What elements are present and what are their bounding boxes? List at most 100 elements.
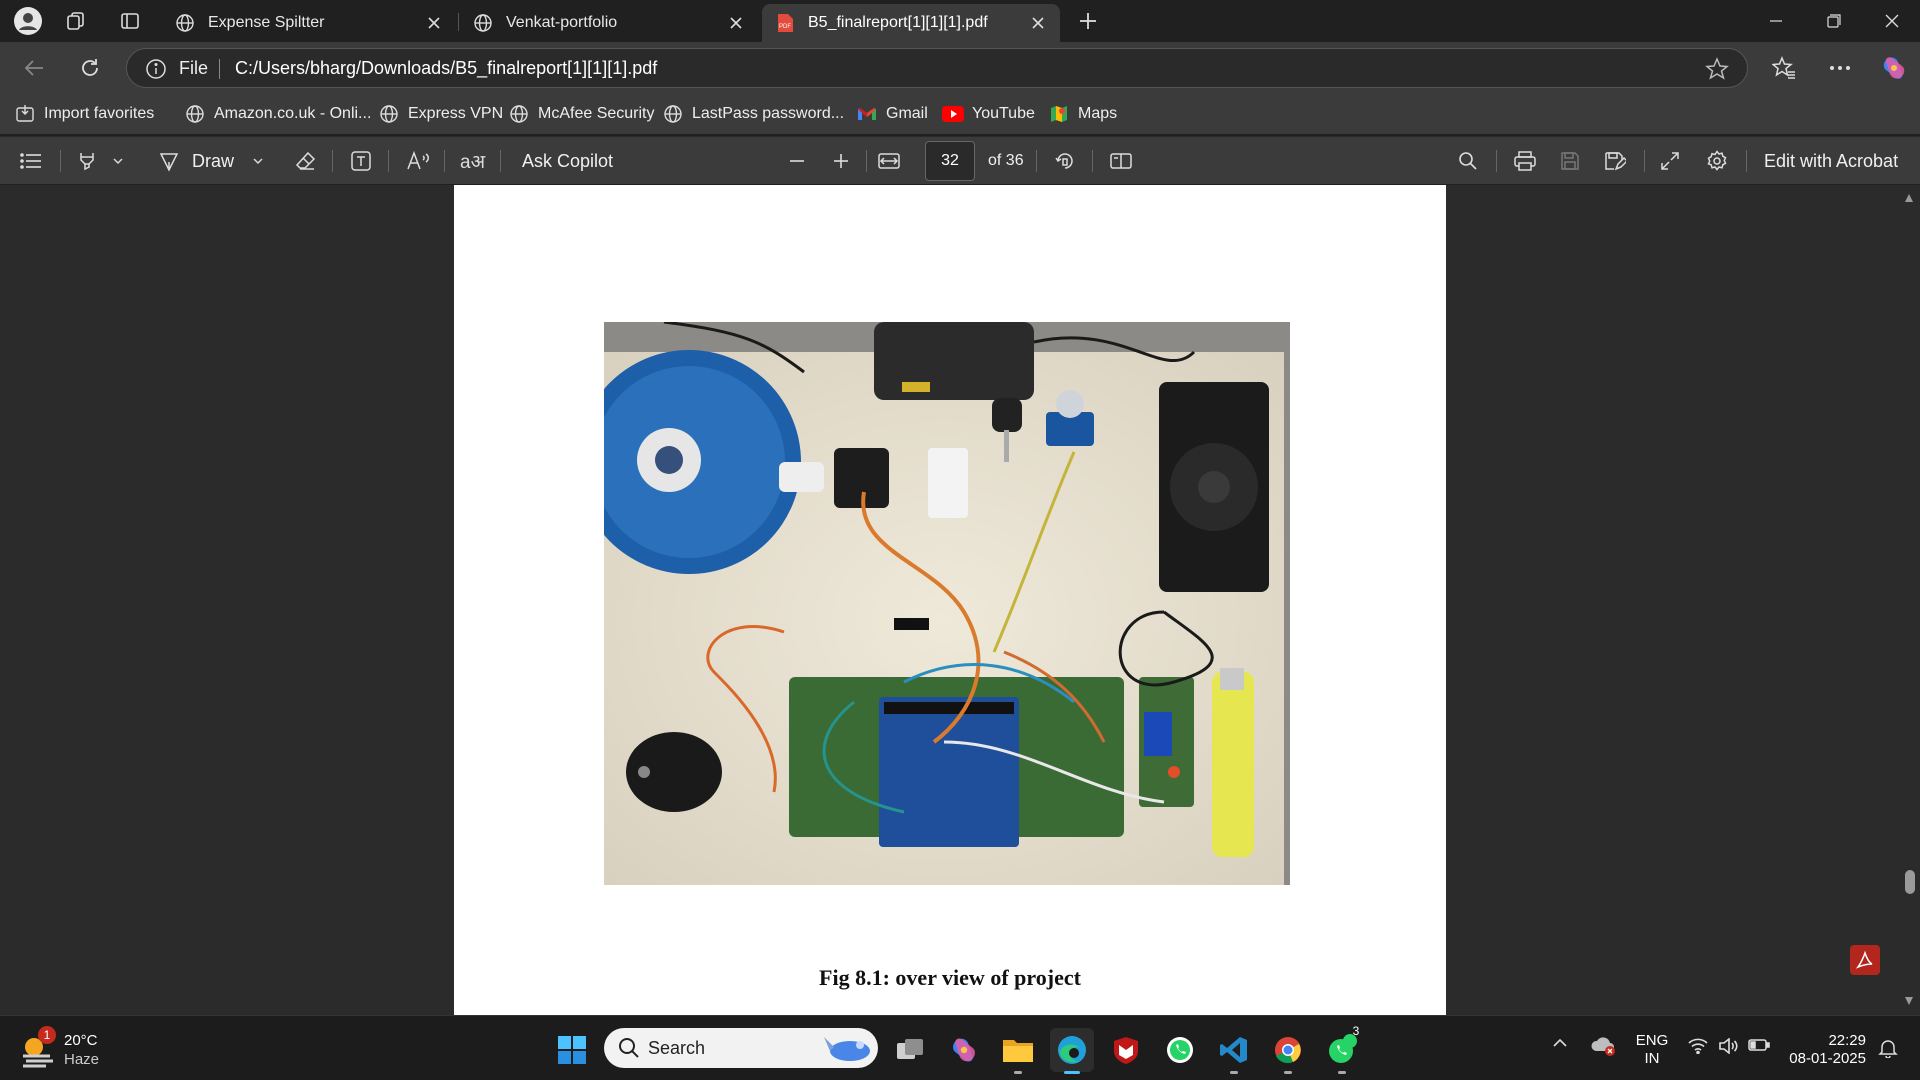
language-indicator[interactable]: ENG IN	[1634, 1032, 1670, 1068]
favorite-youtube[interactable]: YouTube	[942, 102, 1035, 126]
favorite-mcafee[interactable]: McAfee Security	[508, 102, 654, 126]
contents-icon[interactable]	[20, 147, 42, 175]
edit-with-acrobat-label: Edit with Acrobat	[1764, 150, 1899, 171]
task-view-icon[interactable]	[888, 1028, 932, 1072]
zoom-in-icon[interactable]	[832, 147, 850, 175]
close-window-icon[interactable]	[1864, 0, 1920, 42]
ask-copilot-label: Ask Copilot	[522, 150, 614, 171]
page-number-input[interactable]: 32	[925, 141, 975, 181]
search-icon	[619, 1038, 639, 1058]
settings-gear-icon[interactable]	[1706, 147, 1728, 175]
quick-settings[interactable]	[1688, 1038, 1770, 1054]
page-view-icon[interactable]	[1110, 147, 1132, 175]
acrobat-icon[interactable]	[1850, 945, 1880, 975]
edit-with-acrobat-button[interactable]: Edit with Acrobat	[1764, 147, 1898, 175]
vscode-icon[interactable]	[1212, 1028, 1256, 1074]
favorite-label: Maps	[1078, 105, 1118, 122]
close-tab-icon[interactable]	[424, 13, 444, 33]
globe-icon	[472, 12, 494, 34]
whatsapp-badge: 3	[1352, 1024, 1360, 1038]
eraser-icon[interactable]	[294, 147, 316, 175]
favorite-amazon[interactable]: Amazon.co.uk - Onli...	[184, 102, 371, 126]
show-hidden-icons[interactable]	[1552, 1038, 1568, 1048]
refresh-icon[interactable]	[72, 50, 108, 86]
tab-actions-icon[interactable]	[114, 6, 146, 36]
pdf-viewer[interactable]: Fig 8.1: over view of project	[0, 185, 1920, 1015]
favorite-import[interactable]: Import favorites	[14, 102, 154, 126]
save-as-icon[interactable]	[1604, 147, 1626, 175]
fullscreen-icon[interactable]	[1660, 147, 1680, 175]
tab-pdf-report[interactable]: PDF B5_finalreport[1][1][1].pdf	[762, 4, 1060, 42]
whatsapp-icon[interactable]	[1158, 1028, 1202, 1072]
translate-icon[interactable]: aअ	[460, 147, 485, 175]
tab-divider	[458, 13, 459, 31]
add-text-icon[interactable]	[350, 147, 372, 175]
favorite-express-vpn[interactable]: Express VPN	[378, 102, 503, 126]
favorite-maps[interactable]: Maps	[1048, 102, 1117, 126]
total-pages-label: of 36	[988, 152, 1024, 169]
pdf-page: Fig 8.1: over view of project	[454, 185, 1446, 1015]
favorite-star-icon[interactable]	[1705, 57, 1729, 81]
windows-logo-icon	[558, 1036, 586, 1064]
navigation-bar: File C:/Users/bharg/Downloads/B5_finalre…	[0, 42, 1920, 94]
copilot-app-icon[interactable]	[942, 1028, 986, 1072]
find-search-icon[interactable]	[1458, 147, 1478, 175]
new-tab-icon[interactable]	[1072, 6, 1104, 36]
onedrive-icon[interactable]	[1590, 1036, 1616, 1056]
address-bar[interactable]: File C:/Users/bharg/Downloads/B5_finalre…	[126, 48, 1748, 88]
chrome-icon[interactable]	[1266, 1028, 1310, 1074]
pdf-file-icon: PDF	[774, 12, 796, 34]
workspaces-icon[interactable]	[60, 6, 92, 36]
import-icon	[14, 103, 36, 125]
restore-window-icon[interactable]	[1806, 0, 1862, 42]
toolbar-divider	[866, 150, 867, 172]
mcafee-icon[interactable]	[1104, 1028, 1148, 1072]
favorite-label: McAfee Security	[538, 105, 655, 122]
toolbar-divider	[388, 150, 389, 172]
youtube-icon	[942, 103, 964, 125]
edge-browser-icon[interactable]	[1050, 1028, 1094, 1074]
scrollbar-thumb[interactable]	[1905, 870, 1915, 894]
favorite-gmail[interactable]: Gmail	[856, 102, 928, 126]
close-tab-icon[interactable]	[726, 13, 746, 33]
whatsapp-business-icon[interactable]: 3	[1320, 1024, 1364, 1074]
read-aloud-icon[interactable]	[406, 147, 430, 175]
save-icon[interactable]	[1560, 147, 1580, 175]
back-icon[interactable]	[16, 50, 52, 86]
tab-venkat-portfolio[interactable]: Venkat-portfolio	[460, 4, 758, 42]
fit-to-width-icon[interactable]	[878, 147, 900, 175]
favorites-icon[interactable]	[1766, 50, 1802, 86]
favorite-label: YouTube	[972, 105, 1035, 122]
notifications-icon[interactable]	[1878, 1038, 1898, 1058]
close-tab-icon[interactable]	[1028, 13, 1048, 33]
print-icon[interactable]	[1514, 147, 1536, 175]
taskbar-search[interactable]: Search	[604, 1028, 878, 1068]
more-menu-icon[interactable]	[1822, 50, 1858, 86]
gmail-icon	[856, 103, 878, 125]
zoom-out-icon[interactable]	[788, 147, 806, 175]
ask-copilot-button[interactable]: Ask Copilot	[522, 147, 613, 175]
tab-expense-spiltter[interactable]: Expense Spiltter	[162, 4, 456, 42]
clock-time: 22:29	[1828, 1032, 1866, 1049]
clock-date: 08-01-2025	[1789, 1050, 1866, 1067]
draw-label: Draw	[192, 150, 235, 171]
minimize-window-icon[interactable]	[1748, 0, 1804, 42]
maps-icon	[1048, 103, 1070, 125]
toolbar-divider	[60, 150, 61, 172]
favorite-lastpass[interactable]: LastPass password...	[662, 102, 844, 126]
favorite-label: Import favorites	[44, 105, 155, 122]
file-explorer-icon[interactable]	[996, 1028, 1040, 1074]
vertical-scrollbar[interactable]	[1898, 185, 1920, 1015]
start-button[interactable]	[550, 1028, 594, 1072]
rotate-icon[interactable]	[1054, 147, 1076, 175]
clock[interactable]: 22:29 08-01-2025	[1782, 1032, 1866, 1068]
site-info-icon[interactable]	[145, 58, 167, 80]
weather-widget[interactable]: 1 20°C Haze	[20, 1026, 140, 1070]
copilot-icon[interactable]	[1876, 50, 1912, 86]
toolbar-divider	[1746, 150, 1747, 172]
tab-title: Expense Spiltter	[208, 14, 325, 31]
draw-button[interactable]: Draw	[158, 147, 264, 175]
profile-avatar-icon[interactable]	[12, 6, 44, 36]
highlight-button[interactable]	[76, 147, 124, 175]
url-text[interactable]: C:/Users/bharg/Downloads/B5_finalreport[…	[235, 58, 657, 79]
